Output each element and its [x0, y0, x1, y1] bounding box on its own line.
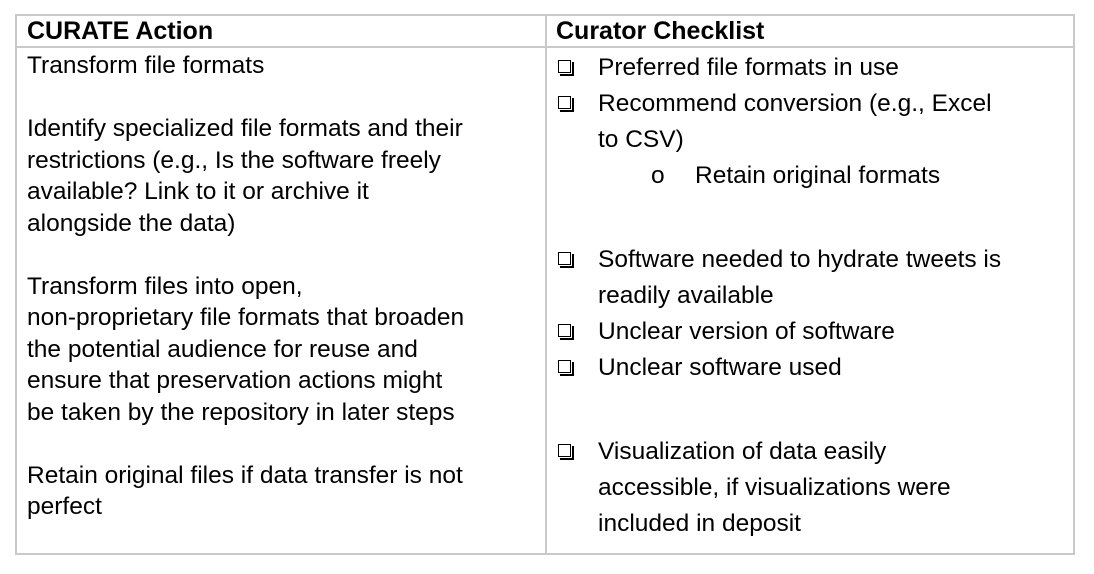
text-line: restrictions (e.g., Is the software free…: [27, 146, 441, 174]
checklist-item-label: included in deposit: [598, 510, 801, 537]
checklist-item: Unclear version of software: [553, 314, 1075, 350]
action-transform-paragraph: Transform files into open, non-proprieta…: [27, 271, 542, 429]
checklist-item: Preferred file formats in use: [553, 50, 1075, 86]
text-line: ensure that preservation actions might: [27, 367, 443, 394]
text-line: the potential audience for reuse and: [27, 335, 418, 363]
checkbox-icon: [558, 360, 574, 376]
checkbox-icon: [558, 444, 574, 460]
text-line: alongside the data): [27, 209, 236, 237]
checklist-item-label: to CSV): [598, 126, 684, 153]
curator-checklist-cell: Preferred file formats in use Recommend …: [553, 50, 1075, 542]
checkbox-icon: [558, 252, 574, 268]
checklist-item-label: Unclear software used: [598, 354, 842, 381]
column-divider: [545, 16, 547, 553]
action-title: Transform file formats: [27, 52, 265, 79]
checklist-item-label: accessible, if visualizations were: [598, 474, 951, 501]
header-curator-checklist: Curator Checklist: [556, 17, 765, 45]
checklist-item-label: Unclear version of software: [598, 318, 895, 345]
text-line: available? Link to it or archive it: [27, 178, 369, 205]
checkbox-icon: [558, 324, 574, 340]
checklist-item-label: Visualization of data easily: [598, 438, 887, 465]
checklist-subitem: o Retain original formats: [553, 158, 1075, 194]
checklist-item-label: readily available: [598, 282, 774, 309]
checklist-item-label: Recommend conversion (e.g., Excel: [598, 90, 992, 117]
checkbox-icon: [558, 60, 574, 76]
curate-action-cell: Transform file formats Identify speciali…: [27, 50, 542, 523]
curate-table: CURATE Action Curator Checklist Transfor…: [15, 14, 1075, 555]
checklist-item-label: Software needed to hydrate tweets is: [598, 246, 1002, 273]
header-divider: [17, 46, 1073, 48]
text-line: non-proprietary file formats that broade…: [27, 304, 465, 331]
checklist-item: Visualization of data easily accessible,…: [553, 434, 1075, 542]
checklist-item: Software needed to hydrate tweets is rea…: [553, 242, 1075, 314]
checklist-item: Recommend conversion (e.g., Excel to CSV…: [553, 86, 1075, 158]
header-curate-action: CURATE Action: [27, 17, 214, 45]
text-line: be taken by the repository in later step…: [27, 398, 455, 426]
checklist-item: Unclear software used: [553, 350, 1075, 386]
text-line: Transform files into open,: [27, 272, 303, 300]
text-line: Identify specialized file formats and th…: [27, 115, 463, 142]
action-identify-paragraph: Identify specialized file formats and th…: [27, 113, 542, 239]
text-line: Retain original files if data transfer i…: [27, 461, 463, 489]
checklist-item-label: Preferred file formats in use: [598, 54, 899, 81]
circle-bullet-icon: o: [651, 162, 665, 189]
checkbox-icon: [558, 96, 574, 112]
action-retain-paragraph: Retain original files if data transfer i…: [27, 460, 542, 523]
text-line: perfect: [27, 493, 102, 520]
checklist-subitem-label: Retain original formats: [695, 162, 941, 189]
